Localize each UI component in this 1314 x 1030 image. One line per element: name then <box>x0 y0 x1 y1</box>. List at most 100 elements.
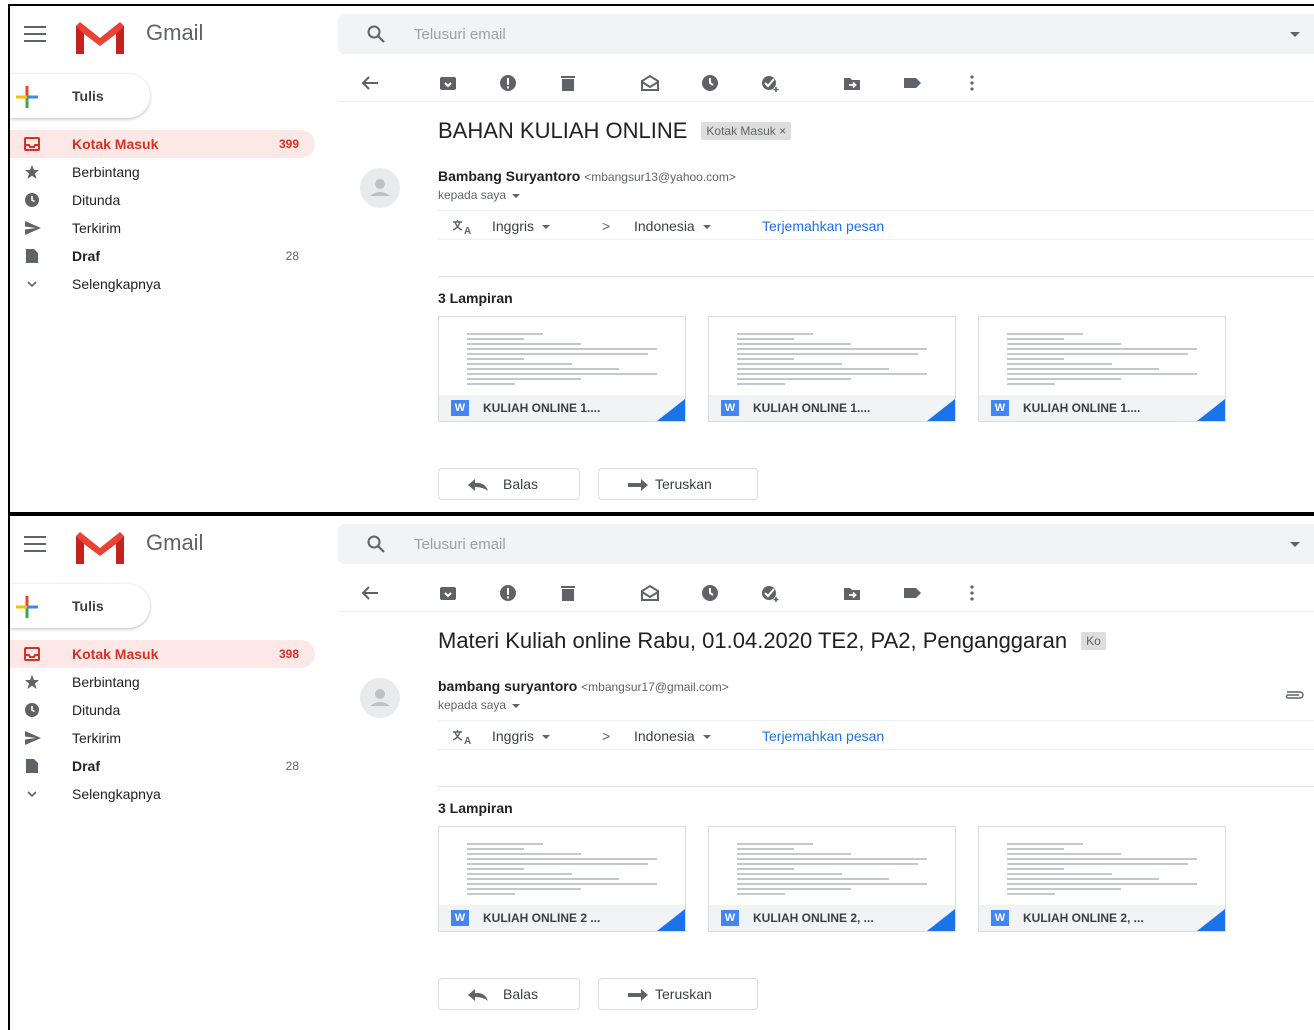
translate-message-link[interactable]: Terjemahkan pesan <box>762 218 884 234</box>
search-options-icon[interactable] <box>1290 542 1300 547</box>
search-input[interactable] <box>414 524 1234 564</box>
sidebar-item-draf[interactable]: Draf 28 <box>10 752 315 780</box>
target-language-select[interactable]: Indonesia <box>634 728 711 744</box>
attachment-card[interactable]: W KULIAH ONLINE 1.... <box>438 316 686 422</box>
attachment-card[interactable]: W KULIAH ONLINE 2 ... <box>438 826 686 932</box>
back-arrow-icon[interactable] <box>360 584 380 602</box>
delete-icon[interactable] <box>558 74 578 92</box>
attachment-card[interactable]: W KULIAH ONLINE 1.... <box>978 316 1226 422</box>
inbox-label-chip[interactable]: Ko <box>1081 632 1106 650</box>
translate-icon: A <box>452 220 471 235</box>
move-to-icon[interactable] <box>842 584 862 602</box>
main-menu-icon[interactable] <box>24 26 46 42</box>
inbox-label-chip[interactable]: Kotak Masuk × <box>701 122 792 140</box>
sidebar-item-selengkapnya[interactable]: Selengkapnya <box>10 270 315 298</box>
clock-icon <box>24 192 40 208</box>
reply-icon <box>468 989 488 1001</box>
gmail-window-2: Gmail Tulis Kotak Masuk 398 Berbintang Ditu… <box>8 514 1314 1030</box>
reply-button[interactable]: Balas <box>438 468 580 500</box>
sidebar-item-kotak-masuk[interactable]: Kotak Masuk 399 <box>10 130 315 158</box>
page-fold-icon <box>657 399 685 421</box>
forward-button[interactable]: Teruskan <box>598 468 758 500</box>
gmail-logo-icon[interactable] <box>74 20 126 56</box>
sender-avatar[interactable] <box>360 678 400 718</box>
sidebar-item-kotak-masuk[interactable]: Kotak Masuk 398 <box>10 640 315 668</box>
recipient-dropdown[interactable]: kepada saya <box>438 188 521 202</box>
attachment-footer: W KULIAH ONLINE 2, ... <box>709 905 955 931</box>
sender-line: Bambang Suryantoro <mbangsur13@yahoo.com… <box>438 168 736 184</box>
add-to-tasks-icon[interactable] <box>760 74 780 92</box>
sender-email: <mbangsur17@gmail.com> <box>581 680 729 694</box>
sender-avatar[interactable] <box>360 168 400 208</box>
more-options-icon[interactable] <box>962 74 982 92</box>
sender-name: Bambang Suryantoro <box>438 168 581 184</box>
sidebar-item-ditunda[interactable]: Ditunda <box>10 186 315 214</box>
inbox-icon <box>24 646 40 662</box>
attachment-filename: KULIAH ONLINE 2 ... <box>483 911 601 925</box>
mark-unread-icon[interactable] <box>640 74 660 92</box>
sidebar-item-berbintang[interactable]: Berbintang <box>10 668 315 696</box>
attachment-card[interactable]: W KULIAH ONLINE 1.... <box>708 316 956 422</box>
attachment-card[interactable]: W KULIAH ONLINE 2, ... <box>978 826 1226 932</box>
source-language-select[interactable]: Inggris <box>492 218 551 234</box>
forward-label: Teruskan <box>655 986 712 1002</box>
snooze-icon[interactable] <box>700 74 720 92</box>
mark-unread-icon[interactable] <box>640 584 660 602</box>
forward-button[interactable]: Teruskan <box>598 978 758 1010</box>
more-options-icon[interactable] <box>962 584 982 602</box>
word-doc-icon: W <box>451 910 469 926</box>
add-to-tasks-icon[interactable] <box>760 584 780 602</box>
delete-icon[interactable] <box>558 584 578 602</box>
search-icon[interactable] <box>366 534 386 554</box>
snooze-icon[interactable] <box>700 584 720 602</box>
sidebar-item-count: 28 <box>285 249 299 263</box>
report-spam-icon[interactable] <box>498 584 518 602</box>
translate-bar: A Inggris > Indonesia Terjemahkan pesan <box>438 210 1314 240</box>
back-arrow-icon[interactable] <box>360 74 380 92</box>
sidebar-item-draf[interactable]: Draf 28 <box>10 242 315 270</box>
message-toolbar <box>338 64 1314 102</box>
top-bar: Gmail <box>10 6 1314 62</box>
sidebar-item-terkirim[interactable]: Terkirim <box>10 214 315 242</box>
sidebar-item-terkirim[interactable]: Terkirim <box>10 724 315 752</box>
sidebar-item-ditunda[interactable]: Ditunda <box>10 696 315 724</box>
sidebar-item-selengkapnya[interactable]: Selengkapnya <box>10 780 315 808</box>
attachment-clip-icon <box>1282 688 1306 706</box>
label-icon[interactable] <box>902 584 922 602</box>
sidebar-item-berbintang[interactable]: Berbintang <box>10 158 315 186</box>
sidebar-item-label: Berbintang <box>72 674 140 690</box>
source-language-select[interactable]: Inggris <box>492 728 551 744</box>
report-spam-icon[interactable] <box>498 74 518 92</box>
attachment-footer: W KULIAH ONLINE 2 ... <box>439 905 685 931</box>
search-bar[interactable] <box>338 14 1314 54</box>
sidebar-item-label: Draf <box>72 248 101 264</box>
reply-button[interactable]: Balas <box>438 978 580 1010</box>
sidebar-nav: Kotak Masuk 398 Berbintang Ditunda Terkirim D… <box>10 640 315 808</box>
target-language-caret-icon <box>702 225 711 230</box>
sidebar-item-label: Ditunda <box>72 192 121 208</box>
attachment-card[interactable]: W KULIAH ONLINE 2, ... <box>708 826 956 932</box>
content-divider <box>438 786 1314 787</box>
send-icon <box>24 730 41 746</box>
sidebar-item-label: Selengkapnya <box>72 276 161 292</box>
reply-label: Balas <box>503 476 539 492</box>
compose-plus-icon <box>16 596 38 618</box>
target-language-select[interactable]: Indonesia <box>634 218 711 234</box>
translate-message-link[interactable]: Terjemahkan pesan <box>762 728 884 744</box>
archive-icon[interactable] <box>438 584 458 602</box>
move-to-icon[interactable] <box>842 74 862 92</box>
compose-button[interactable]: Tulis <box>10 74 150 118</box>
search-options-icon[interactable] <box>1290 32 1300 37</box>
recipient-dropdown[interactable]: kepada saya <box>438 698 521 712</box>
star-icon <box>24 674 40 690</box>
archive-icon[interactable] <box>438 74 458 92</box>
search-bar[interactable] <box>338 524 1314 564</box>
translate-icon: A <box>452 730 471 745</box>
search-input[interactable] <box>414 14 1234 54</box>
main-menu-icon[interactable] <box>24 536 46 552</box>
label-icon[interactable] <box>902 74 922 92</box>
svg-text:A: A <box>464 226 471 235</box>
search-icon[interactable] <box>366 24 386 44</box>
compose-button[interactable]: Tulis <box>10 584 150 628</box>
gmail-logo-icon[interactable] <box>74 530 126 566</box>
